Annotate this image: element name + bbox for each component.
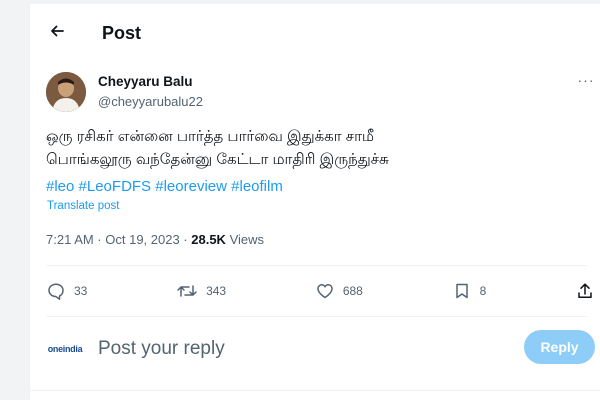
like-count: 688 [342,284,363,298]
more-button[interactable]: ··· [576,72,596,88]
like-button[interactable]: 688 [315,281,363,301]
page-title: Post [102,23,142,43]
translate-post-link[interactable]: Translate post [47,200,119,212]
views-label: Views [225,232,265,247]
divider [30,390,600,391]
reply-submit-button[interactable]: Reply [524,330,595,364]
views-count: 28.5K [191,232,226,247]
hashtag-link[interactable]: #leofilm [231,178,283,195]
bookmark-button[interactable]: 8 [452,281,487,301]
reply-button[interactable]: 33 [46,281,87,301]
avatar-image [46,72,86,112]
share-button[interactable] [575,281,595,301]
share-icon [578,283,592,298]
divider [46,265,587,266]
author-handle[interactable]: @cheyyarubalu22 [98,94,203,109]
author-name[interactable]: Cheyyaru Balu [98,74,193,89]
hashtags: #leo #LeoFDFS #leoreview #leofilm [46,175,283,198]
more-icon: ··· [577,72,595,88]
divider [46,316,587,317]
top-bar: Post [30,4,600,54]
post-text: ஒரு ரசிகர் என்னை பார்த்த பார்வை இதுக்கா … [46,128,389,168]
like-icon [317,284,333,299]
action-bar: 33 343 688 8 [46,268,595,314]
post-panel: Post Cheyyaru Balu @cheyyarubalu22 ··· ஒ… [29,4,600,400]
post-meta: 7:21 AM · Oct 19, 2023 · 28.5K Views [46,232,264,247]
repost-count: 343 [206,284,227,298]
avatar[interactable] [46,72,86,112]
back-arrow-icon [51,25,64,37]
hashtag-link[interactable]: #leo [46,178,74,195]
reply-input[interactable] [98,337,478,361]
repost-icon [177,285,197,297]
reply-avatar: oneindia [47,344,83,354]
reply-icon [48,283,64,300]
bookmark-icon [455,283,468,299]
timestamp[interactable]: 7:21 AM · Oct 19, 2023 · [46,232,191,247]
reply-count: 33 [74,284,88,298]
repost-button[interactable]: 343 [176,281,226,301]
hashtag-link[interactable]: #leoreview [155,178,227,195]
hashtag-link[interactable]: #LeoFDFS [79,178,152,195]
bookmark-count: 8 [479,284,487,298]
back-button[interactable] [44,18,70,44]
